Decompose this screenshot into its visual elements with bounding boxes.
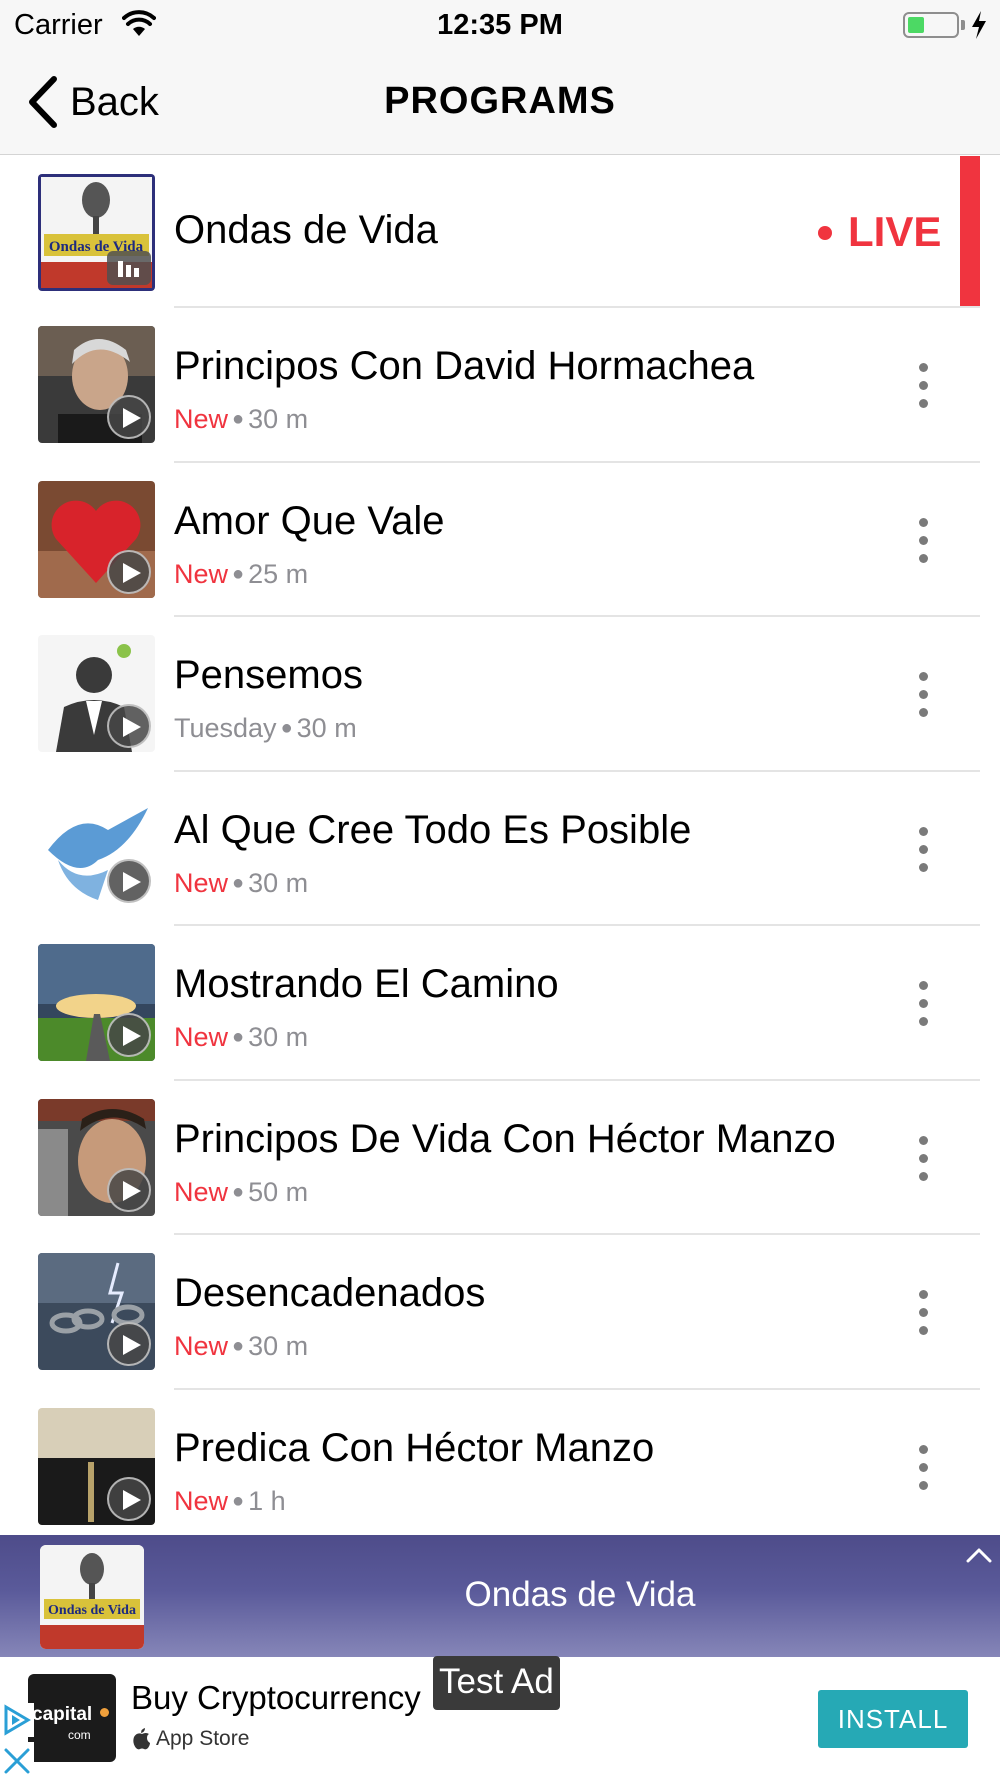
program-row[interactable]: Principos Con David Hormachea New ● 30 m: [0, 308, 1000, 463]
mini-player[interactable]: Ondas de Vida Ondas de Vida: [0, 1535, 1000, 1657]
more-options-button[interactable]: [905, 358, 941, 414]
battery-icon: [903, 12, 959, 38]
program-thumbnail: [38, 789, 155, 907]
program-meta: New ● 30 m: [174, 867, 309, 898]
live-dot-icon: [818, 226, 832, 240]
chevron-up-icon[interactable]: [966, 1547, 992, 1563]
live-badge: LIVE: [818, 208, 941, 256]
ad-store-name: App Store: [156, 1727, 250, 1750]
page-title: PROGRAMS: [384, 80, 616, 122]
live-label: LIVE: [848, 208, 942, 255]
more-options-button[interactable]: [905, 976, 941, 1032]
program-duration: 1 h: [248, 1485, 286, 1516]
live-program-title: Ondas de Vida: [174, 208, 438, 252]
program-status: New: [174, 1485, 229, 1516]
ad-logo-text: capital: [32, 1704, 93, 1725]
program-meta: New ● 25 m: [174, 558, 309, 589]
program-thumbnail: [38, 480, 155, 598]
program-status: New: [174, 1331, 229, 1361]
more-options-button[interactable]: [905, 667, 941, 723]
more-options-button[interactable]: [905, 822, 941, 878]
more-options-button[interactable]: [905, 513, 941, 569]
mini-player-title: Ondas de Vida: [464, 1575, 696, 1614]
program-duration: 30 m: [296, 713, 357, 743]
mini-thumb-logo-text: Ondas de Vida: [48, 1603, 136, 1618]
play-icon[interactable]: [107, 1167, 151, 1212]
program-status: Tuesday: [174, 713, 277, 743]
live-stripe: [960, 156, 980, 308]
close-icon[interactable]: [0, 1742, 34, 1778]
play-icon[interactable]: [107, 395, 151, 439]
play-icon[interactable]: [107, 549, 151, 594]
program-duration: 50 m: [248, 1176, 309, 1207]
apple-icon: [133, 1728, 150, 1750]
play-icon[interactable]: [107, 1322, 151, 1366]
program-title: Principos Con David Hormachea: [174, 344, 755, 388]
navigation-bar: Back PROGRAMS: [0, 50, 1000, 155]
program-title: Desencadenados: [174, 1271, 486, 1315]
program-meta: New ● 50 m: [174, 1176, 309, 1207]
program-status: New: [174, 1176, 229, 1207]
program-title: Pensemos: [174, 653, 363, 697]
mini-player-thumbnail: Ondas de Vida: [40, 1545, 144, 1649]
program-title: Mostrando El Camino: [174, 962, 559, 1006]
program-duration: 30 m: [248, 867, 309, 898]
live-program-thumbnail: Ondas de Vida: [38, 174, 155, 291]
program-row[interactable]: Desencadenados New ● 30 m: [0, 1235, 1000, 1390]
test-ad-label: Test Ad: [433, 1656, 560, 1710]
program-status: New: [174, 1022, 229, 1052]
program-duration: 30 m: [248, 1331, 309, 1361]
program-status: New: [174, 404, 229, 434]
status-bar: Carrier 12:35 PM: [0, 0, 1000, 50]
program-thumbnail: [38, 635, 155, 752]
program-status: New: [174, 558, 229, 589]
program-title: Principos De Vida Con Héctor Manzo: [174, 1116, 836, 1161]
program-meta: New ● 1 h: [174, 1485, 286, 1516]
program-list: Ondas de Vida Ondas de Vida LIVE Princip…: [0, 156, 1000, 1544]
program-status: New: [174, 867, 229, 898]
program-meta: New ● 30 m: [174, 1022, 309, 1052]
charging-bolt-icon: [972, 11, 986, 39]
program-title: Predica Con Héctor Manzo: [174, 1425, 655, 1470]
program-duration: 30 m: [248, 1022, 309, 1052]
program-meta: New ● 30 m: [174, 1331, 309, 1361]
ad-app-icon: capital com: [28, 1674, 116, 1762]
program-row[interactable]: Predica Con Héctor Manzo New ● 1 h: [0, 1390, 1000, 1545]
play-icon[interactable]: [107, 858, 151, 903]
program-meta: New ● 30 m: [174, 404, 309, 434]
ad-store-label: App Store: [133, 1727, 249, 1751]
program-thumbnail: [38, 1407, 155, 1525]
play-icon[interactable]: [107, 704, 151, 748]
program-row[interactable]: Pensemos Tuesday ● 30 m: [0, 617, 1000, 772]
ad-title: Buy Cryptocurrency: [131, 1679, 421, 1716]
program-row[interactable]: Amor Que Vale New ● 25 m: [0, 463, 1000, 617]
live-program-row[interactable]: Ondas de Vida Ondas de Vida LIVE: [0, 156, 1000, 308]
battery-tip: [961, 20, 965, 30]
ad-logo-suffix: com: [68, 1728, 91, 1742]
program-duration: 30 m: [248, 404, 309, 434]
program-thumbnail: [38, 326, 155, 443]
program-thumbnail: [38, 1098, 155, 1216]
program-row[interactable]: Al Que Cree Todo Es Posible New ● 30 m: [0, 772, 1000, 926]
more-options-button[interactable]: [905, 1285, 941, 1341]
adchoices-icon[interactable]: [0, 1703, 34, 1737]
program-title: Amor Que Vale: [174, 498, 445, 543]
program-title: Al Que Cree Todo Es Posible: [174, 807, 692, 852]
more-options-button[interactable]: [905, 1440, 941, 1496]
play-icon[interactable]: [107, 1013, 151, 1057]
more-options-button[interactable]: [905, 1131, 941, 1187]
program-row[interactable]: Principos De Vida Con Héctor Manzo New ● 5…: [0, 1081, 1000, 1235]
program-row[interactable]: Mostrando El Camino New ● 30 m: [0, 926, 1000, 1081]
clock: 12:35 PM: [437, 9, 563, 41]
program-thumbnail: [38, 944, 155, 1061]
program-duration: 25 m: [248, 558, 309, 589]
install-button[interactable]: INSTALL: [818, 1690, 968, 1748]
live-bars-icon: [107, 251, 151, 285]
play-icon[interactable]: [107, 1476, 151, 1521]
program-meta: Tuesday ● 30 m: [174, 713, 357, 743]
program-thumbnail: [38, 1253, 155, 1370]
